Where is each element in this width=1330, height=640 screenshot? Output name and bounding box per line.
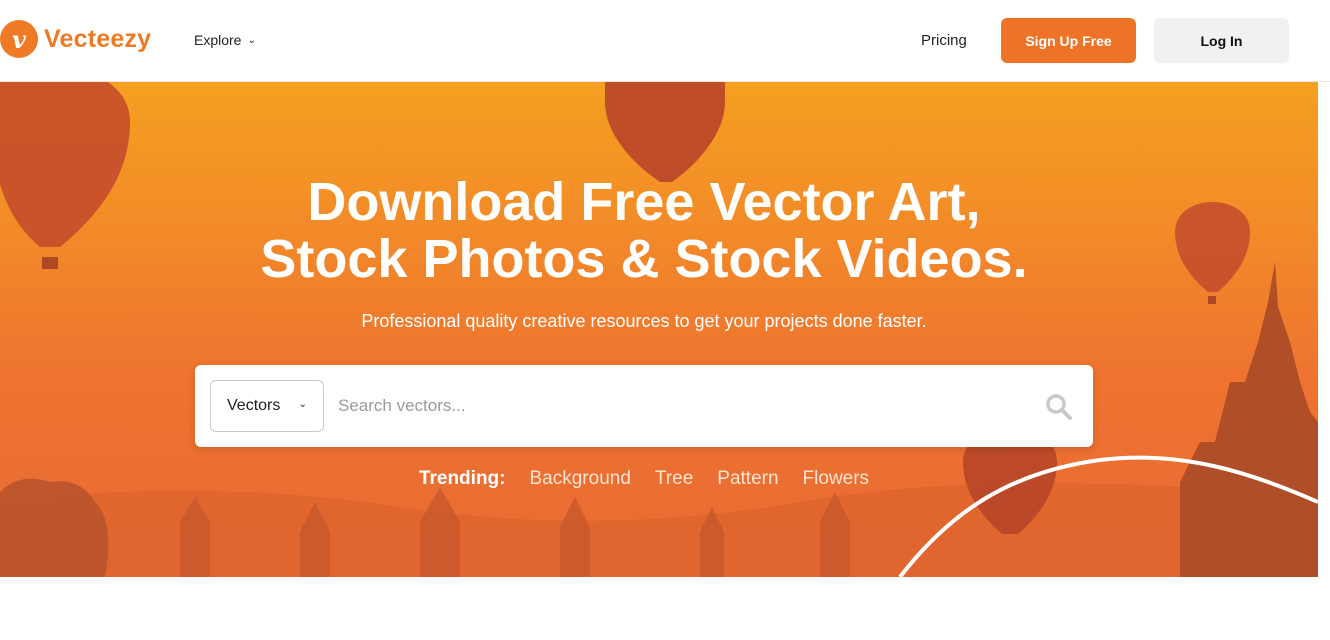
vecteezy-logo[interactable]: v Vecteezy [0,20,151,58]
pricing-link[interactable]: Pricing [921,32,967,49]
hero-banner: Download Free Vector Art, Stock Photos &… [0,82,1318,577]
hero-subheading: Professional quality creative resources … [361,311,927,331]
trending-tag-pattern[interactable]: Pattern [717,468,778,490]
sign-up-button[interactable]: Sign Up Free [1001,18,1136,63]
search-icon[interactable] [1045,393,1073,421]
asset-type-selected: Vectors [227,397,281,414]
trending-tag-tree[interactable]: Tree [655,468,693,490]
logo-text: Vecteezy [44,24,152,53]
trending-tag-flowers[interactable]: Flowers [803,468,870,490]
trending-row: Trending: Background Tree Pattern Flower… [0,468,1288,490]
trending-label: Trending: [418,468,506,489]
chevron-down-icon: ⌄ [247,34,256,46]
log-in-button[interactable]: Log In [1154,18,1289,63]
explore-label: Explore [194,32,242,48]
trending-tag-background[interactable]: Background [530,468,631,490]
search-input[interactable] [338,387,1018,425]
headline-line-1: Download Free Vector Art, [307,172,981,232]
search-bar: Vectors ⌄ [195,365,1093,447]
headline-line-2: Stock Photos & Stock Videos. [260,229,1028,289]
hero-headline: Download Free Vector Art, Stock Photos &… [0,174,1288,288]
asset-type-dropdown[interactable]: Vectors ⌄ [210,380,324,432]
chevron-down-icon: ⌄ [298,399,307,410]
top-navbar: v Vecteezy Explore ⌄ Pricing Sign Up Fre… [0,0,1330,82]
explore-menu[interactable]: Explore ⌄ [194,32,256,48]
logo-icon: v [0,20,38,58]
